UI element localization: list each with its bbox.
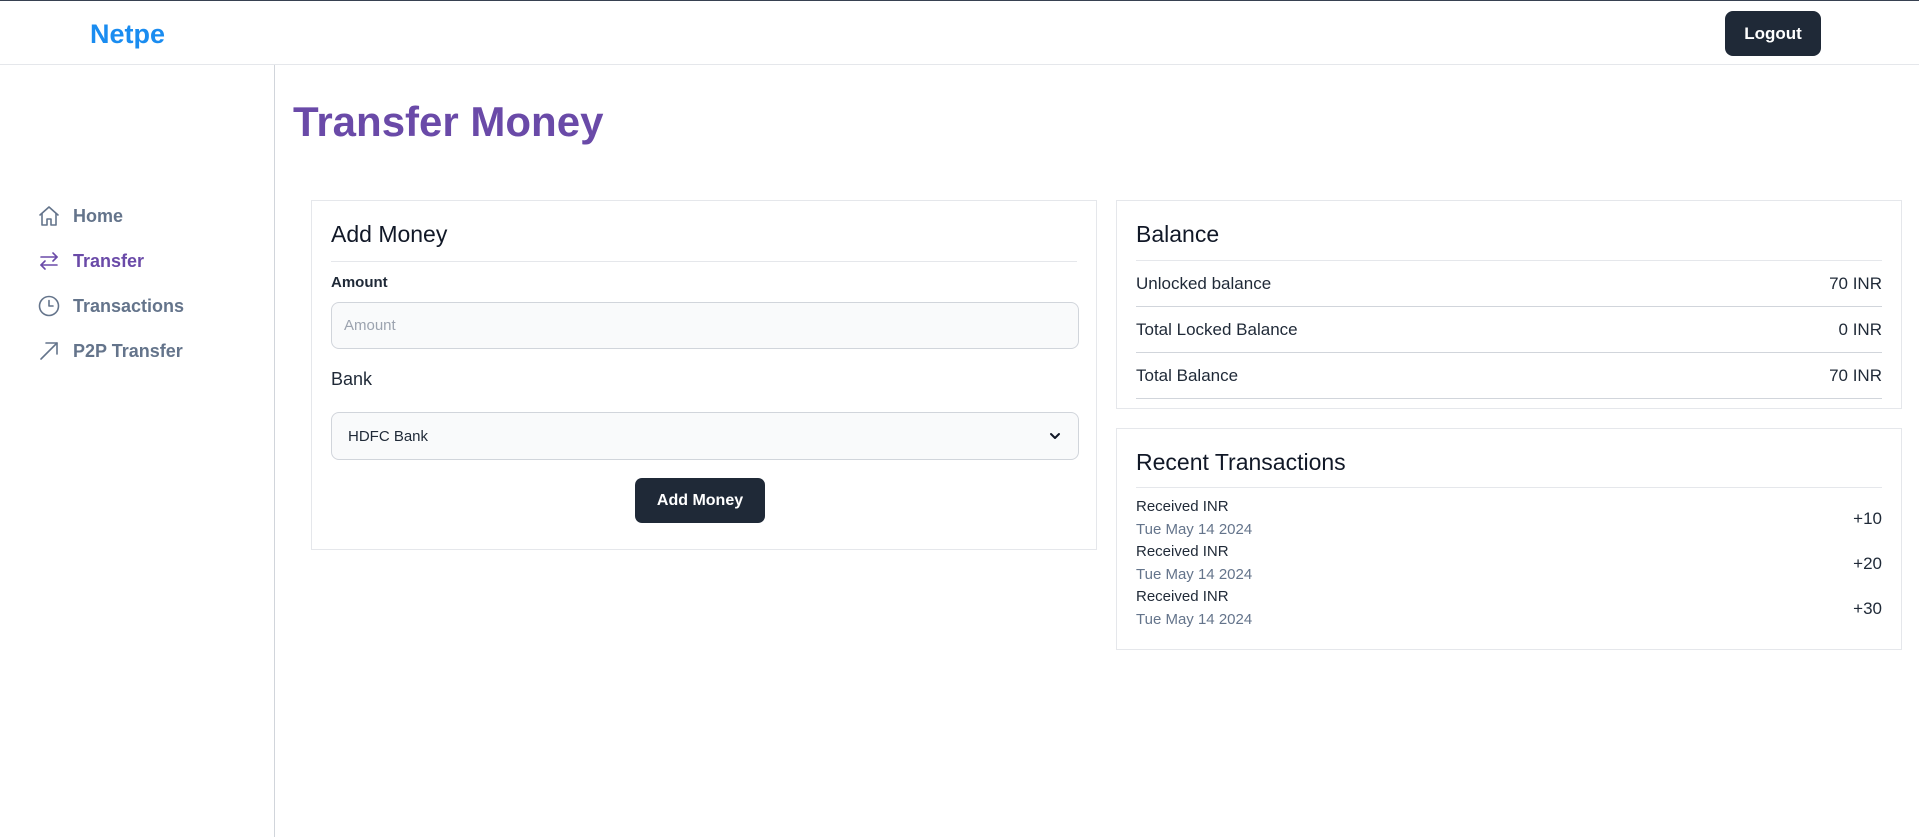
bank-select-value: HDFC Bank <box>348 427 429 445</box>
balance-card: Balance Unlocked balance 70 INR Total Lo… <box>1116 200 1902 409</box>
divider <box>1136 487 1882 488</box>
add-money-button[interactable]: Add Money <box>635 478 765 523</box>
sidebar-item-transfer[interactable]: Transfer <box>36 245 144 277</box>
balance-row: Total Balance 70 INR <box>1136 353 1882 399</box>
transaction-title: Received INR <box>1136 498 1229 515</box>
add-money-card: Add Money Amount Bank HDFC Bank Add Mone… <box>311 200 1097 550</box>
chevron-down-icon <box>1048 429 1062 443</box>
transaction-row: Received INR Tue May 14 2024 +30 <box>1136 588 1882 633</box>
balance-row-value: 70 INR <box>1829 365 1882 385</box>
transfer-arrows-icon <box>36 248 62 274</box>
arrow-up-right-icon <box>36 338 62 364</box>
transaction-date: Tue May 14 2024 <box>1136 566 1253 583</box>
transaction-row: Received INR Tue May 14 2024 +10 <box>1136 498 1882 543</box>
balance-row-value: 70 INR <box>1829 273 1882 293</box>
card-title: Add Money <box>331 221 448 247</box>
transaction-date: Tue May 14 2024 <box>1136 611 1253 628</box>
transaction-amount: +20 <box>1853 554 1882 573</box>
transaction-amount: +30 <box>1853 599 1882 618</box>
clock-icon <box>36 293 62 319</box>
bank-select[interactable]: HDFC Bank <box>331 412 1079 460</box>
transaction-row: Received INR Tue May 14 2024 +20 <box>1136 543 1882 588</box>
transaction-date: Tue May 14 2024 <box>1136 521 1253 538</box>
top-bar: Netpe Logout <box>0 0 1919 65</box>
balance-row-label: Total Balance <box>1136 365 1239 385</box>
sidebar-item-label: Transactions <box>73 295 185 316</box>
card-title: Balance <box>1136 221 1220 247</box>
sidebar: Home Transfer Transactions P2P Transfer <box>0 65 275 837</box>
sidebar-item-transactions[interactable]: Transactions <box>36 290 184 322</box>
transaction-title: Received INR <box>1136 543 1229 560</box>
divider <box>331 261 1077 262</box>
logout-button[interactable]: Logout <box>1725 11 1821 56</box>
home-icon <box>36 203 62 229</box>
transaction-title: Received INR <box>1136 588 1229 605</box>
balance-row: Total Locked Balance 0 INR <box>1136 307 1882 353</box>
recent-transactions-card: Recent Transactions Received INR Tue May… <box>1116 428 1902 650</box>
amount-label: Amount <box>331 274 388 291</box>
balance-row-label: Total Locked Balance <box>1136 319 1298 339</box>
app-logo[interactable]: Netpe <box>90 19 165 50</box>
sidebar-item-label: Home <box>73 205 124 226</box>
amount-input[interactable] <box>331 302 1079 349</box>
page-title: Transfer Money <box>293 98 604 145</box>
sidebar-item-label: P2P Transfer <box>73 340 183 361</box>
balance-row: Unlocked balance 70 INR <box>1136 261 1882 307</box>
sidebar-item-p2p-transfer[interactable]: P2P Transfer <box>36 335 183 367</box>
sidebar-item-home[interactable]: Home <box>36 200 123 232</box>
bank-label: Bank <box>331 369 373 389</box>
sidebar-item-label: Transfer <box>73 250 145 271</box>
balance-row-value: 0 INR <box>1838 319 1882 339</box>
transaction-amount: +10 <box>1853 509 1882 528</box>
card-title: Recent Transactions <box>1136 449 1346 475</box>
balance-row-label: Unlocked balance <box>1136 273 1272 293</box>
